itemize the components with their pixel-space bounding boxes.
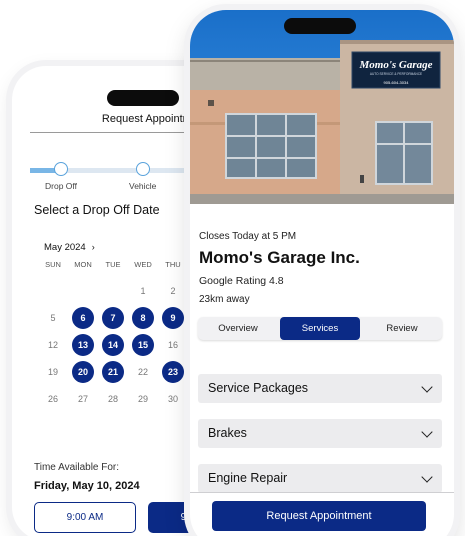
tab-overview[interactable]: Overview	[198, 317, 278, 340]
calendar-day-available[interactable]: 21	[102, 361, 124, 383]
calendar-day-available[interactable]: 6	[72, 307, 94, 329]
phone-notch	[284, 18, 356, 34]
accordion-label: Brakes	[208, 426, 247, 440]
calendar-day-available[interactable]: 15	[132, 334, 154, 356]
business-name: Momo's Garage Inc.	[199, 248, 360, 267]
request-appointment-button[interactable]: Request Appointment	[212, 501, 426, 531]
time-slot-button[interactable]: 9:00 AM	[34, 502, 136, 533]
calendar-day[interactable]: 1	[132, 280, 154, 302]
weekday-label: THU	[165, 260, 181, 269]
calendar-day-available[interactable]: 23	[162, 361, 184, 383]
weekday-label: TUE	[105, 260, 121, 269]
month-selector[interactable]: May 2024 ›	[44, 242, 95, 253]
calendar-day-available[interactable]: 7	[102, 307, 124, 329]
sign-subtitle: AUTO SERVICE & PERFORMANCE	[370, 72, 422, 76]
calendar-day[interactable]: 19	[42, 361, 64, 383]
step-label-drop-off: Drop Off	[45, 181, 77, 191]
calendar-day-available[interactable]: 8	[132, 307, 154, 329]
chevron-down-icon	[421, 471, 433, 483]
accordion-service-packages[interactable]: Service Packages	[198, 374, 442, 403]
calendar-day-available[interactable]: 13	[72, 334, 94, 356]
calendar-day[interactable]: 28	[102, 388, 124, 410]
tab-services[interactable]: Services	[280, 317, 360, 340]
google-rating: Google Rating 4.8	[199, 275, 284, 287]
date-heading: Select a Drop Off Date	[34, 203, 160, 217]
business-phone: Momo's Garage AUTO SERVICE & PERFORMANCE…	[190, 10, 454, 536]
weekday-label: SUN	[45, 260, 61, 269]
time-available-label: Time Available For:	[34, 462, 120, 473]
weekday-label: WED	[134, 260, 152, 269]
calendar-day-available[interactable]: 9	[162, 307, 184, 329]
calendar-day-available[interactable]: 20	[72, 361, 94, 383]
selected-date: Friday, May 10, 2024	[34, 480, 140, 492]
footer-divider	[190, 492, 454, 493]
step-dot-vehicle[interactable]	[136, 162, 150, 176]
accordion-label: Service Packages	[208, 381, 309, 395]
sign-phone: 905-604-3034	[384, 80, 410, 85]
calendar-day[interactable]: 16	[162, 334, 184, 356]
weekday-label: MON	[74, 260, 92, 269]
chevron-down-icon	[421, 381, 433, 393]
calendar-day[interactable]: 27	[72, 388, 94, 410]
closing-time: Closes Today at 5 PM	[199, 231, 297, 242]
step-dot-drop-off[interactable]	[54, 162, 68, 176]
calendar-day[interactable]: 30	[162, 388, 184, 410]
garage-photo: Momo's Garage AUTO SERVICE & PERFORMANCE…	[190, 10, 454, 204]
accordion-engine-repair[interactable]: Engine Repair	[198, 464, 442, 493]
calendar-day[interactable]: 2	[162, 280, 184, 302]
distance: 23km away	[199, 294, 250, 305]
calendar-day[interactable]: 29	[132, 388, 154, 410]
sign-title: Momo's Garage	[358, 59, 432, 71]
calendar-day[interactable]: 12	[42, 334, 64, 356]
step-label-vehicle: Vehicle	[129, 181, 157, 191]
month-label: May 2024	[44, 242, 86, 253]
accordion-brakes[interactable]: Brakes	[198, 419, 442, 448]
accordion-label: Engine Repair	[208, 471, 288, 485]
chevron-right-icon[interactable]: ›	[92, 242, 95, 252]
phone-notch	[107, 90, 179, 106]
chevron-down-icon	[421, 426, 433, 438]
tab-review[interactable]: Review	[362, 317, 442, 340]
calendar-day[interactable]: 26	[42, 388, 64, 410]
calendar-day[interactable]: 22	[132, 361, 154, 383]
segmented-tabs: Overview Services Review	[198, 317, 442, 340]
calendar-day[interactable]: 5	[42, 307, 64, 329]
calendar-day-available[interactable]: 14	[102, 334, 124, 356]
